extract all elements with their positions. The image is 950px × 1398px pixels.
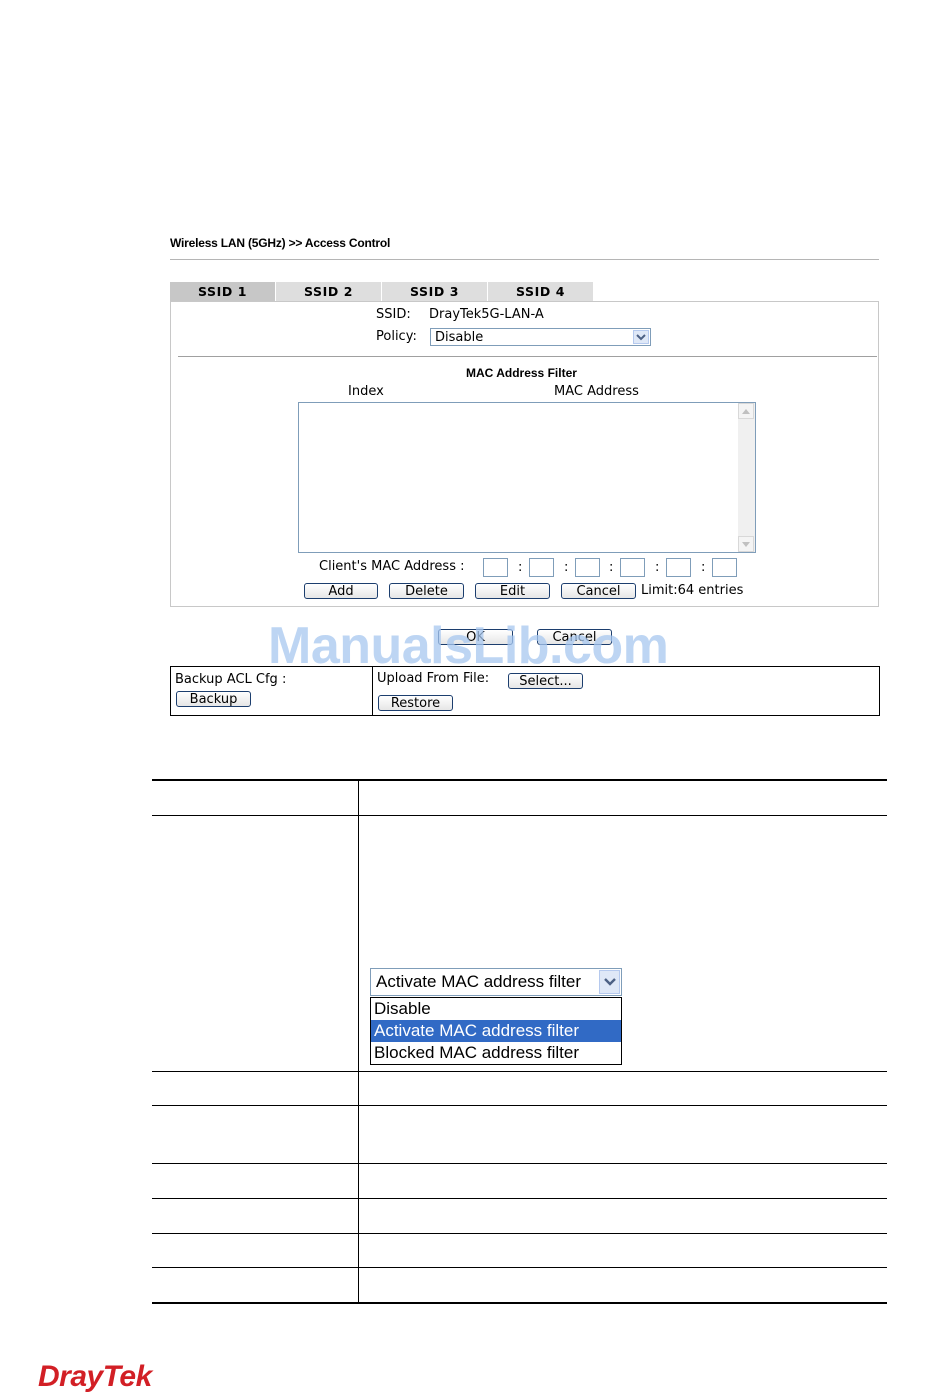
- add-button[interactable]: Add: [304, 583, 378, 599]
- tab-ssid-2[interactable]: SSID 2: [276, 282, 382, 301]
- policy-select-value: Disable: [435, 329, 484, 345]
- chevron-down-icon[interactable]: [633, 330, 649, 344]
- dropdown-options: Disable Activate MAC address filter Bloc…: [370, 997, 622, 1065]
- scroll-down-icon[interactable]: [738, 536, 754, 552]
- mac-octet-2-input[interactable]: [529, 558, 554, 577]
- mac-octet-4-input[interactable]: [620, 558, 645, 577]
- dropdown-selected[interactable]: Activate MAC address filter: [370, 968, 622, 996]
- client-mac-label: Client's MAC Address :: [319, 559, 465, 574]
- mac-address-list[interactable]: [298, 402, 756, 553]
- table-row-rule: [152, 815, 887, 816]
- backup-acl-label: Backup ACL Cfg :: [175, 672, 287, 687]
- policy-select[interactable]: Disable: [430, 328, 651, 346]
- dropdown-selected-value: Activate MAC address filter: [376, 972, 582, 991]
- chevron-down-icon[interactable]: [599, 970, 620, 994]
- mac-octet-6-input[interactable]: [712, 558, 737, 577]
- mac-filter-title: MAC Address Filter: [466, 366, 577, 380]
- edit-button[interactable]: Edit: [475, 583, 550, 599]
- ssid-tab-bar: SSID 1 SSID 2 SSID 3 SSID 4: [170, 282, 595, 301]
- tab-ssid-3[interactable]: SSID 3: [382, 282, 488, 301]
- table-row-rule: [152, 1105, 887, 1106]
- mac-separator: :: [518, 560, 523, 575]
- mac-separator: :: [564, 560, 569, 575]
- table-row-rule: [152, 1233, 887, 1234]
- table-row-rule: [152, 1071, 887, 1072]
- mac-octet-5-input[interactable]: [666, 558, 691, 577]
- table-column-divider: [358, 779, 359, 1304]
- panel-divider: [178, 356, 877, 357]
- ssid-label: SSID:: [376, 307, 411, 322]
- table-row-rule: [152, 1267, 887, 1268]
- delete-button[interactable]: Delete: [389, 583, 464, 599]
- table-top-rule: [152, 779, 887, 781]
- dropdown-option-disable[interactable]: Disable: [371, 998, 621, 1020]
- column-index: Index: [348, 384, 384, 399]
- table-row-rule: [152, 1163, 887, 1164]
- mac-octet-3-input[interactable]: [575, 558, 600, 577]
- mac-separator: :: [609, 560, 614, 575]
- table-row-rule: [152, 1198, 887, 1199]
- page-breadcrumb: Wireless LAN (5GHz) >> Access Control: [170, 236, 391, 250]
- restore-button[interactable]: Restore: [378, 695, 453, 711]
- table-bottom-rule: [152, 1302, 887, 1304]
- mac-separator: :: [655, 560, 660, 575]
- breadcrumb-divider: [170, 259, 879, 260]
- mac-octet-1-input[interactable]: [483, 558, 508, 577]
- tab-ssid-1[interactable]: SSID 1: [170, 282, 276, 301]
- scroll-up-icon[interactable]: [738, 403, 754, 419]
- mac-separator: :: [701, 560, 706, 575]
- dropdown-option-activate[interactable]: Activate MAC address filter: [371, 1020, 621, 1042]
- upload-label: Upload From File:: [377, 671, 490, 686]
- ssid-value: DrayTek5G-LAN-A: [429, 307, 544, 322]
- dropdown-option-blocked[interactable]: Blocked MAC address filter: [371, 1042, 621, 1064]
- column-mac-address: MAC Address: [554, 384, 639, 399]
- list-scrollbar[interactable]: [738, 403, 755, 552]
- backup-button[interactable]: Backup: [176, 691, 251, 707]
- draytek-logo: DrayTek: [38, 1360, 152, 1393]
- policy-label: Policy:: [376, 329, 417, 344]
- policy-dropdown-screenshot: Activate MAC address filter Disable Acti…: [370, 968, 622, 1066]
- limit-text: Limit:64 entries: [641, 583, 744, 598]
- select-file-button[interactable]: Select...: [508, 673, 583, 689]
- tab-ssid-4[interactable]: SSID 4: [488, 282, 594, 301]
- backup-table-divider: [372, 666, 374, 716]
- cancel-entry-button[interactable]: Cancel: [561, 583, 636, 599]
